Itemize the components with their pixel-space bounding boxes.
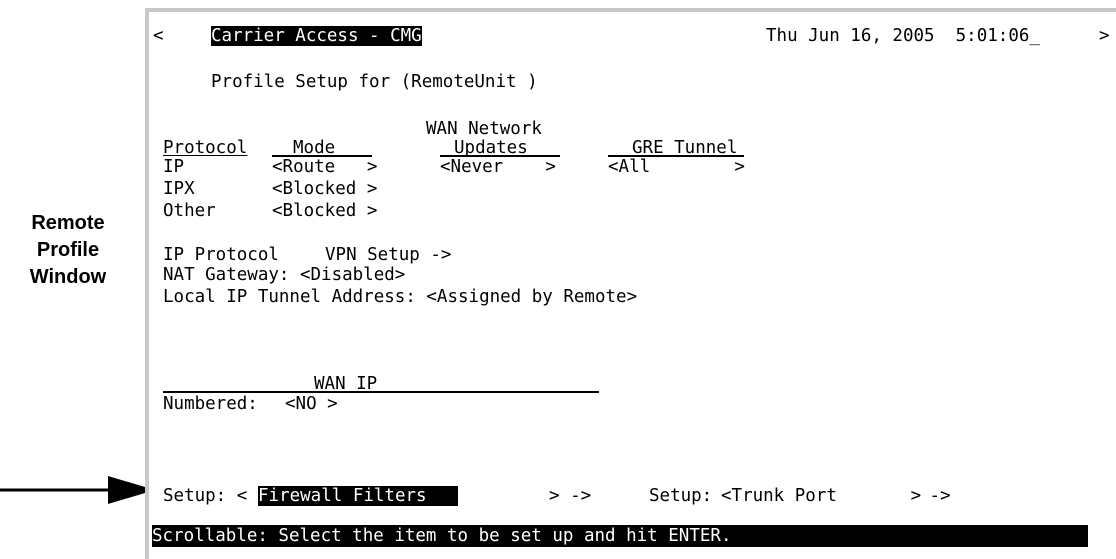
callout-line-2: Profile	[36, 239, 100, 261]
vpn-setup-link[interactable]: VPN Setup ->	[325, 245, 451, 265]
setup-2-enter-arrow[interactable]: ->	[919, 486, 951, 506]
ipx-mode-select[interactable]: <Blocked >	[272, 179, 377, 199]
ip-protocol-label: IP Protocol	[163, 245, 279, 265]
row-protocol-ipx: IPX	[163, 179, 195, 199]
setup-1-enter-arrow[interactable]: > ->	[549, 486, 591, 506]
clock-datetime: Thu Jun 16, 2005 5:01:06_	[766, 26, 1040, 46]
col-header-wan-network: WAN Network	[426, 119, 542, 139]
scroll-left-button[interactable]: <	[153, 26, 164, 46]
app-title: Carrier Access - CMG	[211, 26, 422, 46]
nat-gateway-field[interactable]: NAT Gateway: <Disabled>	[163, 265, 405, 285]
scroll-right-button[interactable]: >	[1099, 26, 1110, 46]
row-protocol-ip: IP	[163, 157, 185, 177]
setup-label-1: Setup: <	[163, 486, 248, 506]
ip-mode-select[interactable]: <Route >	[272, 157, 377, 177]
wan-ip-underline	[163, 391, 599, 393]
numbered-label: Numbered:	[163, 394, 258, 414]
setup-firewall-filters-select[interactable]: Firewall Filters	[258, 486, 459, 506]
setup-trunk-port-select[interactable]: <Trunk Port >	[721, 486, 921, 506]
col-header-protocol: Protocol	[163, 138, 248, 158]
pointer-arrow-icon	[0, 476, 155, 504]
local-ip-tunnel-address-field[interactable]: Local IP Tunnel Address: <Assigned by Re…	[163, 287, 637, 307]
status-bar: Scrollable: Select the item to be set up…	[152, 525, 1088, 547]
screen-title: Profile Setup for (RemoteUnit )	[211, 72, 538, 92]
callout-line-3: Window	[29, 266, 107, 288]
ip-gre-tunnel-select[interactable]: <All >	[608, 157, 745, 177]
remote-profile-window-callout: Remote Profile Window	[8, 210, 128, 291]
status-message: Scrollable: Select the item to be set up…	[152, 526, 732, 546]
ip-updates-select[interactable]: <Never >	[440, 157, 556, 177]
callout-line-1: Remote	[31, 212, 105, 234]
terminal-window[interactable]: < Carrier Access - CMG Thu Jun 16, 2005 …	[145, 8, 1116, 559]
other-mode-select[interactable]: <Blocked >	[272, 201, 377, 221]
row-protocol-other: Other	[163, 201, 216, 221]
setup-label-2: Setup:	[649, 486, 723, 506]
numbered-select[interactable]: <NO >	[285, 394, 338, 414]
